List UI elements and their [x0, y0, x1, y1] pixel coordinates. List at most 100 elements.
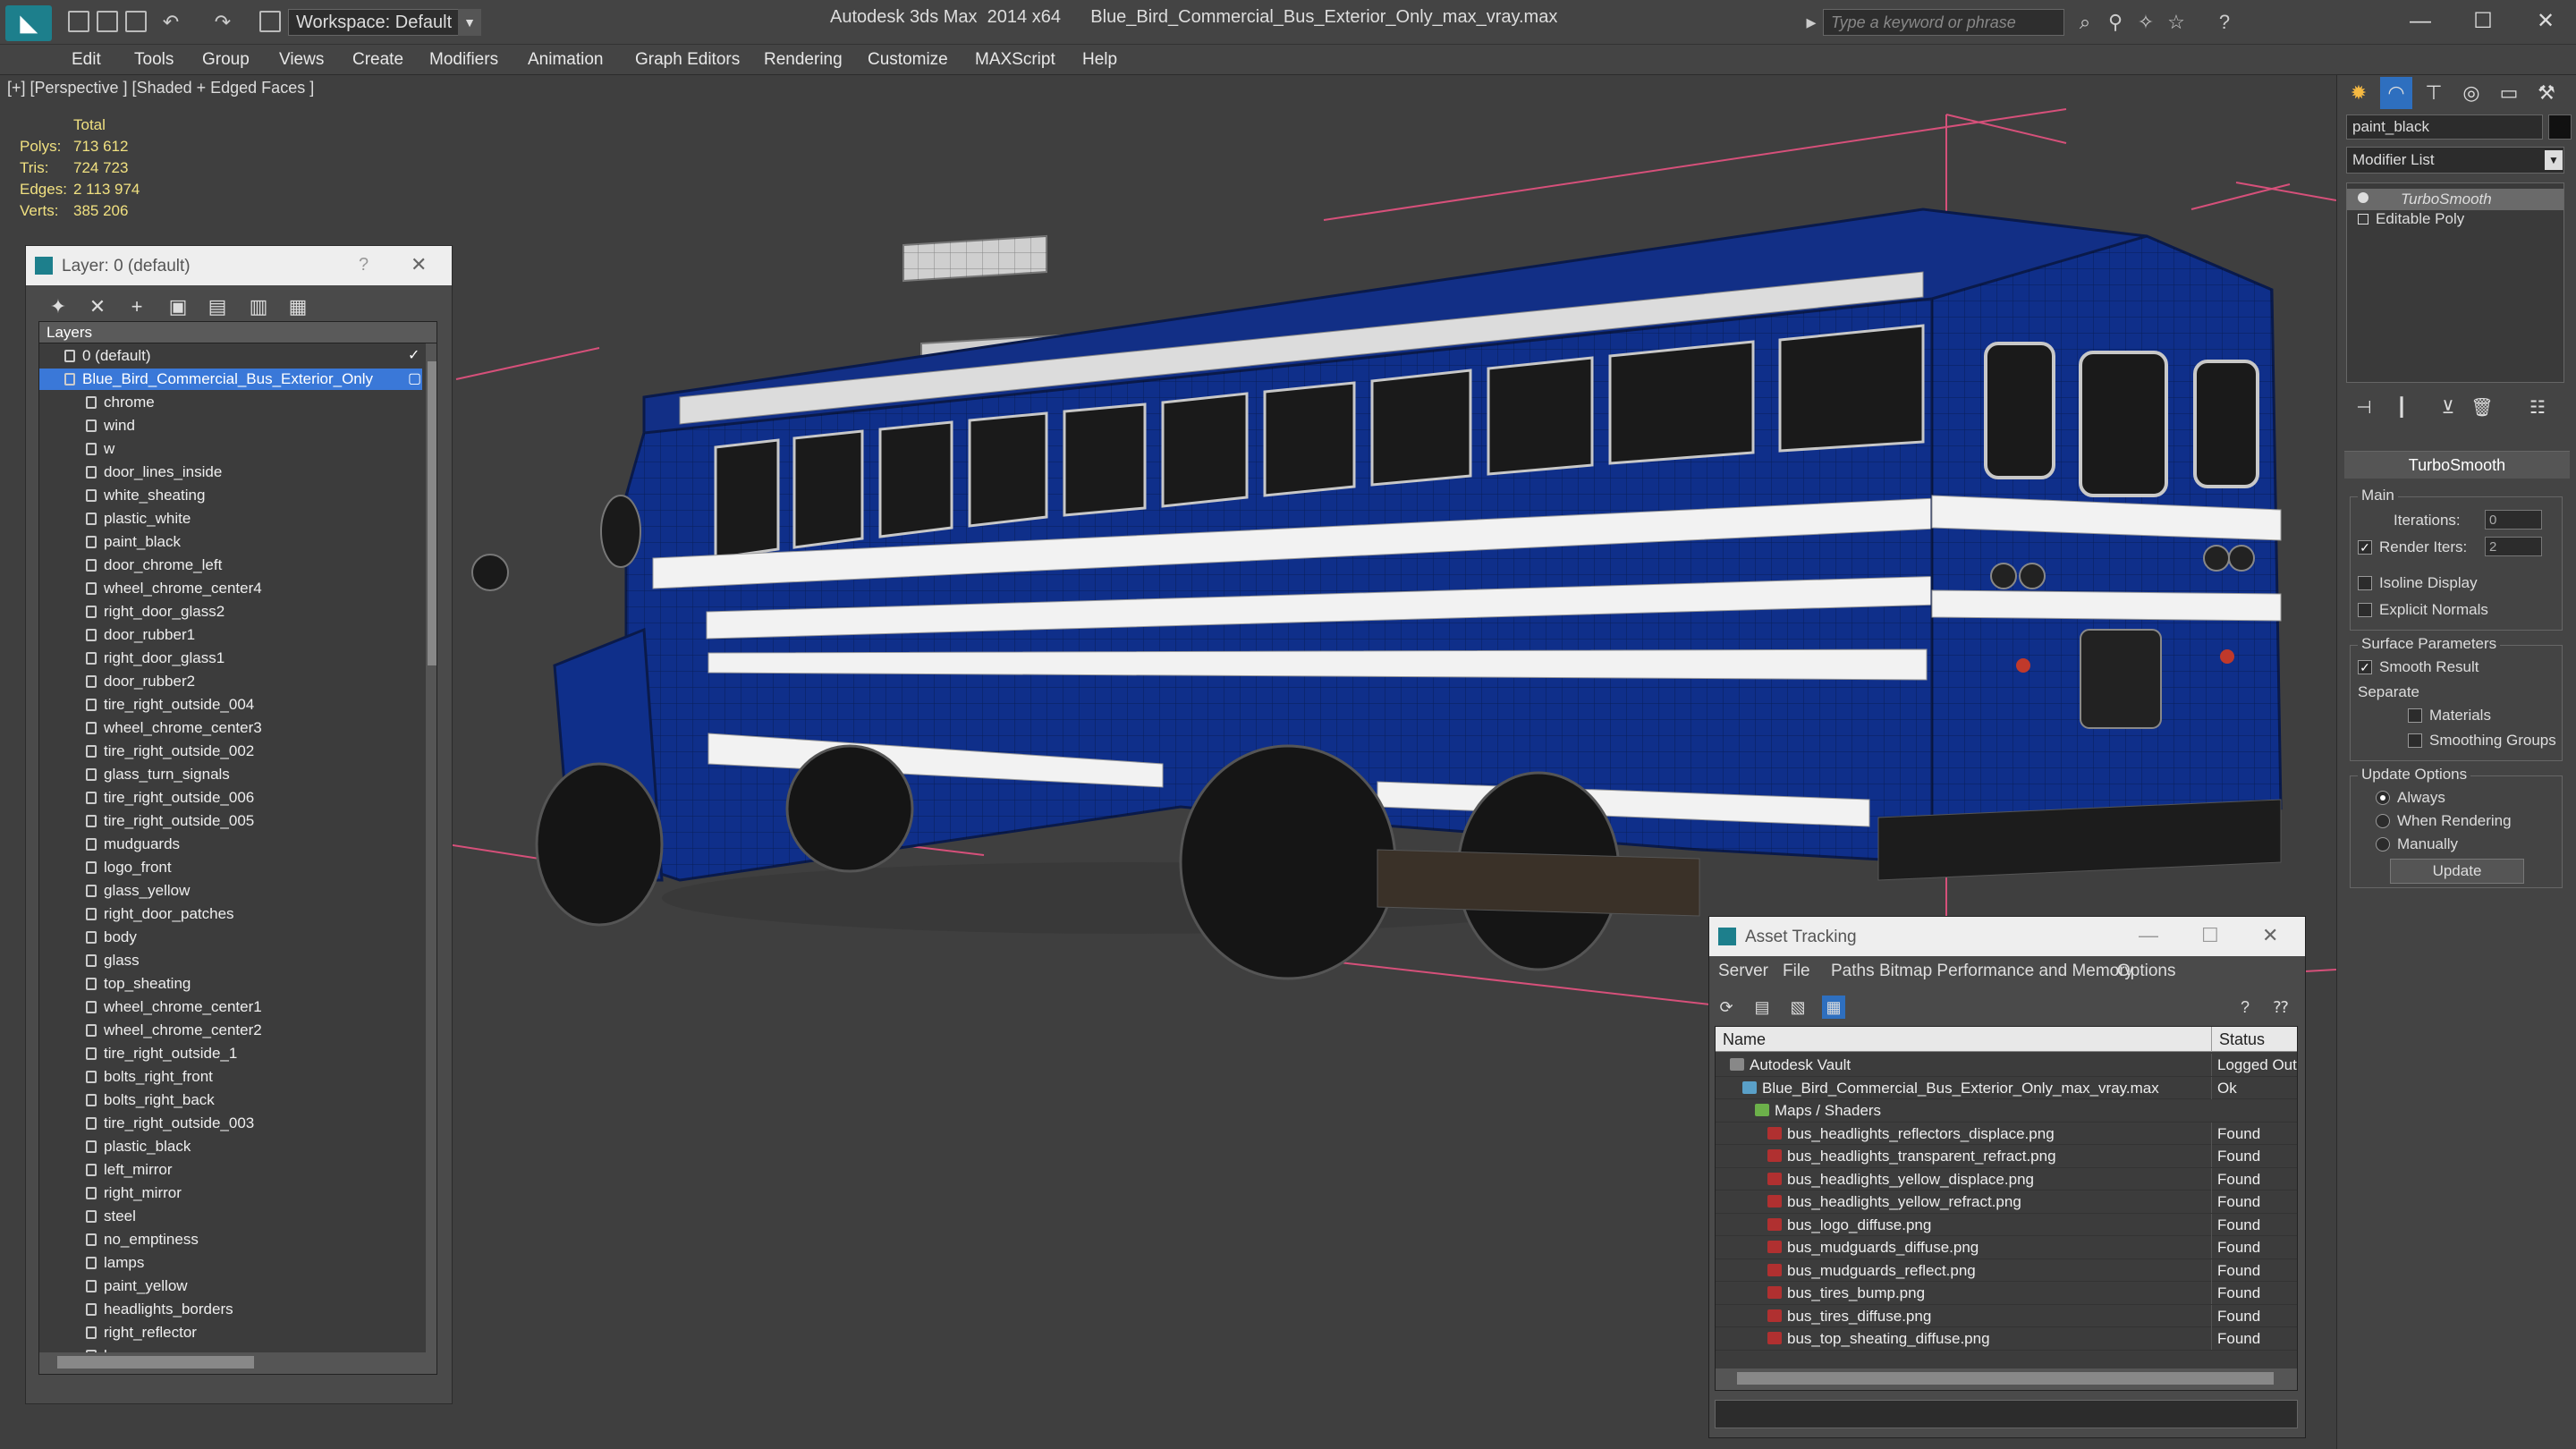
highlight-layer-icon[interactable]: ▤: [205, 294, 230, 319]
layer-row[interactable]: wind: [39, 415, 422, 436]
layer-row[interactable]: door_rubber1: [39, 624, 422, 646]
maximize-button[interactable]: ☐: [2456, 4, 2510, 39]
list-view-icon[interactable]: ▤: [1750, 996, 1774, 1019]
light-bulb-icon[interactable]: [2358, 192, 2368, 203]
asset-row[interactable]: bus_headlights_yellow_displace.png Found: [1716, 1167, 2297, 1191]
current-layer-check-icon[interactable]: ✓: [408, 345, 419, 367]
stack-item-editable-poly[interactable]: Editable Poly: [2363, 210, 2464, 228]
menu-help[interactable]: Help: [1082, 45, 1117, 75]
asset-menu-options[interactable]: Options: [2117, 962, 2175, 981]
menu-graph-editors[interactable]: Graph Editors: [635, 45, 740, 75]
layer-row[interactable]: lamps: [39, 1252, 422, 1274]
search-input[interactable]: Type a keyword or phrase: [1823, 9, 2064, 36]
asset-menu-paths[interactable]: Paths: [1831, 962, 1875, 981]
object-name-field[interactable]: paint_black: [2346, 114, 2543, 140]
layer-row[interactable]: wheel_chrome_center2: [39, 1020, 422, 1041]
layer-row[interactable]: door_lines_inside: [39, 462, 422, 483]
chevron-down-icon[interactable]: ▼: [2545, 150, 2563, 170]
layer-row[interactable]: right_mirror: [39, 1182, 422, 1204]
layer-row[interactable]: mudguards: [39, 834, 422, 855]
asset-tracking-window[interactable]: Asset Tracking — ☐ ✕ Server File Paths B…: [1708, 916, 2306, 1438]
delete-layer-icon[interactable]: ✕: [85, 294, 110, 319]
asset-horizontal-scrollbar[interactable]: [1716, 1368, 2297, 1390]
layer-row[interactable]: plastic_black: [39, 1136, 422, 1157]
create-layer-icon[interactable]: ✦: [46, 294, 71, 319]
layer-row[interactable]: 0 (default) ✓: [39, 345, 422, 367]
redo-icon[interactable]: ↷: [211, 11, 234, 34]
remove-modifier-icon[interactable]: 🗑: [2470, 395, 2495, 420]
asset-row[interactable]: bus_mudguards_diffuse.png Found: [1716, 1236, 2297, 1259]
render-iters-spinner[interactable]: 2: [2485, 537, 2542, 556]
layer-row[interactable]: tire_right_outside_004: [39, 694, 422, 716]
asset-row[interactable]: bus_headlights_transparent_refract.png Fo…: [1716, 1145, 2297, 1168]
rollout-title[interactable]: TurboSmooth: [2344, 452, 2570, 479]
comm-center-icon[interactable]: ✧: [2134, 11, 2157, 34]
menu-modifiers[interactable]: Modifiers: [429, 45, 498, 75]
column-status[interactable]: Status: [2211, 1027, 2272, 1052]
display-tab-icon[interactable]: ▭: [2493, 77, 2525, 109]
asset-row[interactable]: bus_tires_bump.png Found: [1716, 1282, 2297, 1305]
layer-row[interactable]: plastic_white: [39, 508, 422, 530]
smooth-result-checkbox[interactable]: ✓: [2358, 660, 2372, 674]
select-objects-icon[interactable]: ▣: [165, 294, 191, 319]
menu-maxscript[interactable]: MAXScript: [975, 45, 1055, 75]
menu-group[interactable]: Group: [202, 45, 250, 75]
chevron-down-icon[interactable]: ▼: [458, 9, 481, 36]
layer-row[interactable]: glass: [39, 950, 422, 971]
layer-row[interactable]: white_sheating: [39, 485, 422, 506]
layer-row[interactable]: chrome: [39, 392, 422, 413]
layer-row[interactable]: logo_front: [39, 857, 422, 878]
layer-row[interactable]: w: [39, 438, 422, 460]
layer-row[interactable]: bolts_right_front: [39, 1066, 422, 1088]
help-icon[interactable]: ?: [2213, 11, 2236, 34]
iterations-spinner[interactable]: 0: [2485, 510, 2542, 530]
layer-row[interactable]: Blue_Bird_Commercial_Bus_Exterior_Only ▢: [39, 369, 422, 390]
layer-row[interactable]: right_door_glass2: [39, 601, 422, 623]
menu-tools[interactable]: Tools: [134, 45, 174, 75]
add-to-layer-icon[interactable]: +: [124, 294, 149, 319]
layer-help-icon[interactable]: ?: [359, 255, 369, 275]
layer-row[interactable]: right_door_patches: [39, 903, 422, 925]
vertical-scrollbar[interactable]: [426, 343, 436, 1352]
asset-row[interactable]: bus_tires_diffuse.png Found: [1716, 1304, 2297, 1327]
object-color-swatch[interactable]: [2548, 114, 2572, 140]
expand-icon[interactable]: [2358, 214, 2368, 225]
asset-menu-bitmap-performance[interactable]: Bitmap Performance and Memory: [1879, 962, 2133, 981]
chevron-right-icon[interactable]: ▸: [1800, 11, 1823, 34]
create-tab-icon[interactable]: ✹: [2343, 77, 2375, 109]
layer-row[interactable]: wheel_chrome_center4: [39, 578, 422, 599]
explicit-normals-checkbox[interactable]: [2358, 603, 2372, 617]
utilities-tab-icon[interactable]: ⚒: [2530, 77, 2563, 109]
layer-row[interactable]: door_chrome_left: [39, 555, 422, 576]
asset-row[interactable]: bus_mudguards_reflect.png Found: [1716, 1258, 2297, 1282]
asset-maximize-icon[interactable]: ☐: [2201, 924, 2219, 947]
detail-view-icon[interactable]: ▧: [1786, 996, 1809, 1019]
layer-row[interactable]: door_rubber2: [39, 671, 422, 692]
open-file-icon[interactable]: [97, 11, 118, 32]
asset-menu-server[interactable]: Server: [1718, 962, 1768, 981]
new-file-icon[interactable]: [68, 11, 89, 32]
layer-list[interactable]: Layers 0 (default) ✓ Blue_Bird_Commercial_…: [38, 321, 437, 1375]
menu-rendering[interactable]: Rendering: [764, 45, 843, 75]
layer-row[interactable]: tire_right_outside_002: [39, 741, 422, 762]
layer-row[interactable]: glass_turn_signals: [39, 764, 422, 785]
context-help-icon[interactable]: ⁇: [2269, 996, 2292, 1019]
asset-row[interactable]: bus_headlights_yellow_refract.png Found: [1716, 1191, 2297, 1214]
table-view-icon[interactable]: ▦: [1822, 996, 1845, 1019]
undo-icon[interactable]: ↶: [159, 11, 182, 34]
app-logo-icon[interactable]: ◣: [5, 5, 52, 41]
save-file-icon[interactable]: [125, 11, 147, 32]
layer-row[interactable]: paint_yellow: [39, 1275, 422, 1297]
layer-row[interactable]: tire_right_outside_005: [39, 810, 422, 832]
layer-close-icon[interactable]: ✕: [411, 253, 427, 276]
layer-row[interactable]: headlights_borders: [39, 1299, 422, 1320]
isoline-display-checkbox[interactable]: [2358, 576, 2372, 590]
layer-row[interactable]: right_door_glass1: [39, 648, 422, 669]
asset-row[interactable]: bus_top_sheating_diffuse.png Found: [1716, 1327, 2297, 1351]
layer-row[interactable]: left_mirror: [39, 1159, 422, 1181]
layer-row[interactable]: tire_right_outside_003: [39, 1113, 422, 1134]
layer-window-title[interactable]: Layer: 0 (default): [26, 246, 452, 285]
freeze-all-icon[interactable]: ▦: [285, 294, 310, 319]
configure-modifier-sets-icon[interactable]: ☷: [2525, 395, 2550, 420]
asset-row[interactable]: bus_logo_diffuse.png Found: [1716, 1213, 2297, 1236]
